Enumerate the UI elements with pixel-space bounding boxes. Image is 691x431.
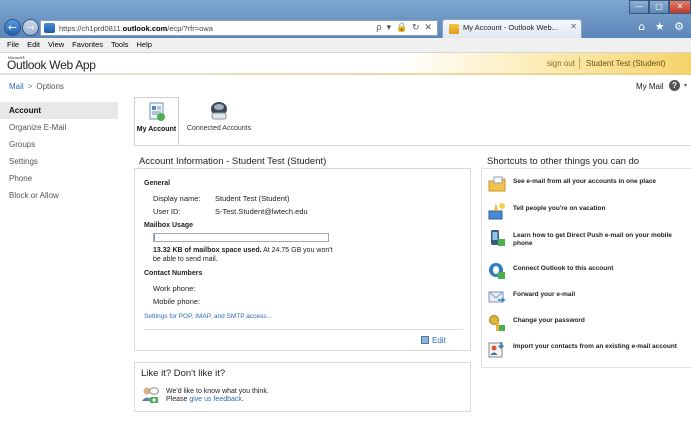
app-title: Outlook Web App	[7, 58, 96, 72]
feedback-suffix: .	[241, 396, 244, 403]
tab-connected-accounts[interactable]: Connected Accounts	[184, 97, 254, 146]
back-button[interactable]: ←	[4, 19, 21, 36]
owa-header: Microsoft® Outlook Web App sign out Stud…	[0, 53, 691, 73]
browser-tab[interactable]: My Account - Outlook Web... ✕	[442, 19, 582, 38]
folder-mail-icon	[488, 176, 506, 192]
mailbox-usage-heading: Mailbox Usage	[144, 222, 194, 229]
connected-accounts-icon	[211, 102, 227, 120]
url-text[interactable]: https://ch1prd0811.outlook.com/ecp/?rfr=…	[59, 22, 213, 35]
import-contacts-icon	[488, 342, 505, 358]
site-favicon-icon	[44, 23, 55, 33]
contact-numbers-heading: Contact Numbers	[144, 270, 203, 277]
menu-edit[interactable]: Edit	[23, 38, 44, 52]
nav-item-block-or-allow[interactable]: Block or Allow	[0, 187, 118, 204]
feedback-panel: Like it? Don't like it? We'd like to kno…	[134, 362, 471, 412]
breadcrumb-separator: >	[27, 82, 33, 91]
sign-out-link[interactable]: sign out	[547, 59, 575, 68]
edit-label: Edit	[432, 336, 446, 345]
shortcuts-panel: See e-mail from all your accounts in one…	[481, 168, 691, 368]
pop-imap-smtp-link[interactable]: Settings for POP, IMAP, and SMTP access.…	[144, 313, 272, 320]
url-domain: outlook.com	[122, 24, 168, 33]
outlook-connect-icon	[489, 263, 505, 279]
shortcut-label: Learn how to get Direct Push e-mail on y…	[513, 232, 672, 247]
my-mail-dropdown[interactable]: My Mail	[636, 82, 664, 91]
feedback-line-1: We'd like to know what you think.	[166, 388, 269, 395]
breadcrumb: Mail > Options	[9, 82, 64, 91]
shortcut-label: Connect Outlook to this account	[513, 265, 614, 272]
display-name-value: Student Test (Student)	[215, 194, 290, 203]
menu-help[interactable]: Help	[133, 38, 156, 52]
work-phone-label: Work phone:	[153, 284, 196, 293]
tab-title: My Account - Outlook Web...	[463, 23, 558, 32]
tab-close-icon[interactable]: ✕	[570, 22, 577, 31]
feedback-title: Like it? Don't like it?	[141, 368, 226, 379]
nav-item-phone[interactable]: Phone	[0, 170, 118, 187]
close-window-button[interactable]: ✕	[669, 0, 691, 14]
minimize-button[interactable]: —	[629, 0, 649, 14]
edit-button[interactable]: Edit	[421, 336, 446, 345]
header-divider	[0, 73, 691, 75]
shortcuts-title: Shortcuts to other things you can do	[487, 156, 640, 167]
mobile-phone-icon	[491, 230, 505, 246]
feedback-prefix: Please	[166, 396, 190, 403]
tab-my-account[interactable]: My Account	[134, 97, 179, 146]
my-account-icon	[149, 102, 165, 121]
usage-amount: 13.32 KB of mailbox space used.	[153, 247, 262, 254]
help-icon[interactable]: ?	[669, 80, 680, 91]
password-key-icon	[489, 315, 505, 331]
shortcut-label: Forward your e-mail	[513, 291, 576, 298]
menu-bar: File Edit View Favorites Tools Help	[0, 38, 691, 53]
shortcut-label: See e-mail from all your accounts in one…	[513, 178, 657, 185]
mailbox-usage-text: 13.32 KB of mailbox space used. At 24.75…	[153, 246, 333, 264]
address-bar-icons[interactable]: ρ ▾ 🔒 ↻ ✕	[376, 21, 433, 35]
give-feedback-link[interactable]: give us feedback	[189, 396, 242, 403]
tabs-divider	[134, 145, 691, 146]
left-nav: Account Organize E-Mail Groups Settings …	[0, 102, 118, 204]
general-heading: General	[144, 180, 171, 187]
shortcut-label: Import your contacts from an existing e-…	[513, 343, 677, 350]
mobile-phone-label: Mobile phone:	[153, 297, 201, 306]
maximize-button[interactable]: □	[649, 0, 669, 14]
home-favorites-tools-icons[interactable]: ⌂ ★ ⚙	[638, 20, 687, 33]
header-separator	[579, 57, 580, 69]
nav-item-settings[interactable]: Settings	[0, 153, 118, 170]
account-info-panel: General Display name: Student Test (Stud…	[134, 168, 471, 351]
vacation-icon	[488, 203, 505, 220]
user-id-value: S-Test.Student@lwtech.edu	[215, 207, 308, 216]
shortcut-label: Change your password	[513, 317, 585, 324]
browser-chrome: ← → https://ch1prd0811.outlook.com/ecp/?…	[0, 0, 691, 38]
shortcut-label: Tell people you're on vacation	[513, 205, 606, 212]
breadcrumb-mail-link[interactable]: Mail	[9, 82, 24, 91]
url-prefix: https://ch1prd0811.	[59, 24, 123, 33]
window-controls: — □ ✕	[629, 0, 691, 16]
account-info-title: Account Information - Student Test (Stud…	[139, 156, 327, 167]
tab-connected-accounts-label: Connected Accounts	[186, 125, 252, 132]
user-name: Student Test (Student)	[586, 59, 666, 68]
address-bar[interactable]: https://ch1prd0811.outlook.com/ecp/?rfr=…	[40, 20, 438, 36]
chevron-down-icon[interactable]: ▾	[684, 82, 687, 89]
breadcrumb-current: Options	[36, 82, 64, 91]
menu-tools[interactable]: Tools	[107, 38, 133, 52]
feedback-people-icon	[142, 387, 159, 403]
edit-icon	[421, 336, 429, 344]
menu-file[interactable]: File	[3, 38, 23, 52]
tab-my-account-label: My Account	[136, 126, 177, 133]
nav-item-account[interactable]: Account	[0, 102, 118, 119]
url-suffix: /ecp/?rfr=owa	[167, 24, 213, 33]
user-id-label: User ID:	[153, 207, 181, 216]
panel-divider	[144, 329, 463, 330]
nav-item-organize-email[interactable]: Organize E-Mail	[0, 119, 118, 136]
menu-favorites[interactable]: Favorites	[68, 38, 107, 52]
forward-button[interactable]: →	[22, 19, 39, 36]
mailbox-usage-bar	[153, 233, 329, 242]
nav-item-groups[interactable]: Groups	[0, 136, 118, 153]
display-name-label: Display name:	[153, 194, 201, 203]
menu-view[interactable]: View	[44, 38, 68, 52]
feedback-line-2: Please give us feedback.	[166, 396, 244, 403]
tab-favicon-icon	[449, 24, 459, 34]
forward-mail-icon	[488, 291, 506, 303]
